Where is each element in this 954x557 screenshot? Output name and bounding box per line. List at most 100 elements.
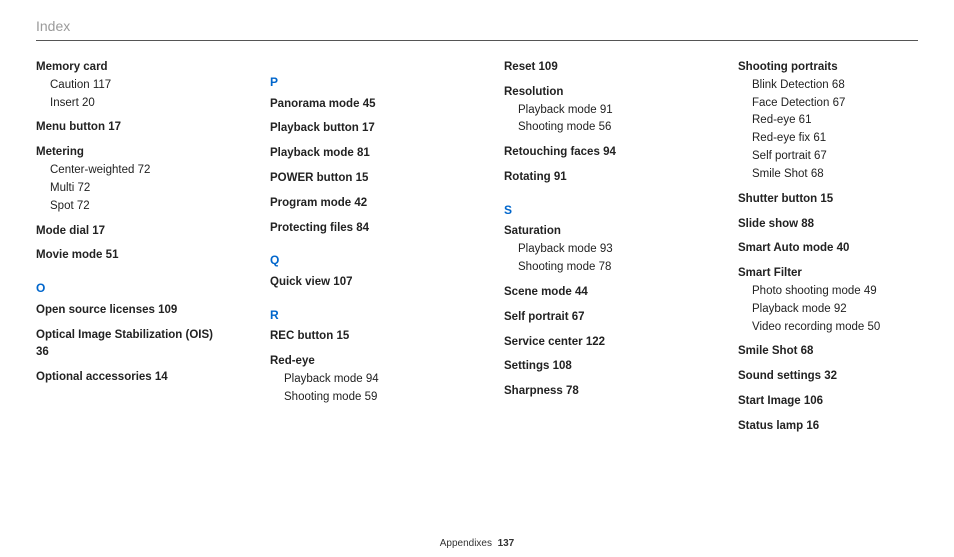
index-term: POWER button bbox=[270, 172, 352, 184]
index-column: Shooting portraitsBlink Detection 68Face… bbox=[738, 59, 928, 443]
index-page-number: 72 bbox=[138, 164, 151, 176]
index-page-number: 109 bbox=[539, 61, 558, 73]
index-subterm: Smile Shot bbox=[752, 168, 808, 180]
index-term: Playback mode bbox=[270, 147, 354, 159]
index-entry: Settings 108 bbox=[504, 358, 694, 376]
index-term: Start Image bbox=[738, 395, 801, 407]
index-page-number: 67 bbox=[833, 97, 846, 109]
index-term: Panorama mode bbox=[270, 98, 359, 110]
index-term: Self portrait bbox=[504, 311, 569, 323]
index-term: Sound settings bbox=[738, 370, 821, 382]
index-page-number: 108 bbox=[553, 360, 572, 372]
letter-heading: O bbox=[36, 279, 226, 298]
index-term: Shutter button bbox=[738, 193, 817, 205]
letter-heading: R bbox=[270, 306, 460, 325]
index-term: Retouching faces bbox=[504, 146, 600, 158]
index-page-number: 67 bbox=[814, 150, 827, 162]
index-subentry: Playback mode 94 bbox=[270, 371, 460, 389]
index-page-number: 84 bbox=[356, 222, 369, 234]
index-entry: Shutter button 15 bbox=[738, 191, 928, 209]
index-subterm: Playback mode bbox=[284, 373, 363, 385]
index-term: Resolution bbox=[504, 86, 563, 98]
index-subterm: Playback mode bbox=[752, 303, 831, 315]
index-term: Program mode bbox=[270, 197, 351, 209]
index-entry: Status lamp 16 bbox=[738, 418, 928, 436]
index-entry: Start Image 106 bbox=[738, 393, 928, 411]
index-page-number: 92 bbox=[834, 303, 847, 315]
index-page-number: 68 bbox=[832, 79, 845, 91]
index-page-number: 59 bbox=[365, 391, 378, 403]
index-entry: Smart Auto mode 40 bbox=[738, 240, 928, 258]
index-term: Optical Image Stabilization (OIS) bbox=[36, 329, 213, 341]
index-page-number: 94 bbox=[366, 373, 379, 385]
index-subentry: Shooting mode 78 bbox=[504, 259, 694, 277]
index-page-number: 61 bbox=[799, 114, 812, 126]
letter-heading: Q bbox=[270, 251, 460, 270]
index-term: Mode dial bbox=[36, 225, 89, 237]
index-term: Scene mode bbox=[504, 286, 572, 298]
index-subterm: Center-weighted bbox=[50, 164, 134, 176]
index-page-number: 78 bbox=[599, 261, 612, 273]
index-subterm: Shooting mode bbox=[518, 121, 595, 133]
index-subentry: Caution 117 bbox=[36, 77, 226, 95]
index-entry: Optional accessories 14 bbox=[36, 369, 226, 387]
index-subterm: Playback mode bbox=[518, 104, 597, 116]
index-page-number: 72 bbox=[77, 200, 90, 212]
index-subentry: Insert 20 bbox=[36, 95, 226, 113]
index-subentry: Shooting mode 59 bbox=[270, 389, 460, 407]
index-subterm: Caution bbox=[50, 79, 90, 91]
divider bbox=[36, 40, 918, 41]
index-term: Service center bbox=[504, 336, 583, 348]
index-page-number: 20 bbox=[82, 97, 95, 109]
index-page-number: 122 bbox=[586, 336, 605, 348]
index-entry: ResolutionPlayback mode 91Shooting mode … bbox=[504, 84, 694, 137]
index-page-number: 51 bbox=[106, 249, 119, 261]
index-page-number: 49 bbox=[864, 285, 877, 297]
index-subterm: Shooting mode bbox=[518, 261, 595, 273]
index-subentry: Smile Shot 68 bbox=[738, 166, 928, 184]
index-subterm: Spot bbox=[50, 200, 74, 212]
index-subentry: Spot 72 bbox=[36, 198, 226, 216]
index-page-number: 50 bbox=[868, 321, 881, 333]
index-term: REC button bbox=[270, 330, 333, 342]
index-page-number: 117 bbox=[93, 79, 111, 91]
index-page-number: 93 bbox=[600, 243, 613, 255]
index-page-number: 72 bbox=[77, 182, 90, 194]
index-entry: Reset 109 bbox=[504, 59, 694, 77]
index-entry: Smile Shot 68 bbox=[738, 343, 928, 361]
index-subentry: Multi 72 bbox=[36, 180, 226, 198]
index-term: Slide show bbox=[738, 218, 798, 230]
index-term: Open source licenses bbox=[36, 304, 155, 316]
index-entry: Shooting portraitsBlink Detection 68Face… bbox=[738, 59, 928, 184]
index-page-number: 17 bbox=[92, 225, 105, 237]
index-subentry: Playback mode 91 bbox=[504, 102, 694, 120]
index-subterm: Photo shooting mode bbox=[752, 285, 861, 297]
footer: Appendixes 137 bbox=[0, 538, 954, 549]
index-page: Index Memory cardCaution 117Insert 20Men… bbox=[0, 0, 954, 557]
index-subentry: Center-weighted 72 bbox=[36, 162, 226, 180]
letter-heading: S bbox=[504, 201, 694, 220]
index-column: Memory cardCaution 117Insert 20Menu butt… bbox=[36, 59, 226, 443]
footer-page: 137 bbox=[498, 538, 515, 549]
footer-section: Appendixes bbox=[440, 538, 492, 549]
index-term: Optional accessories bbox=[36, 371, 152, 383]
index-term: Status lamp bbox=[738, 420, 803, 432]
index-entry: Retouching faces 94 bbox=[504, 144, 694, 162]
index-column: Reset 109ResolutionPlayback mode 91Shoot… bbox=[504, 59, 694, 443]
index-page-number: 14 bbox=[155, 371, 168, 383]
index-entry: Sharpness 78 bbox=[504, 383, 694, 401]
index-term: Smart Auto mode bbox=[738, 242, 833, 254]
index-page-number: 44 bbox=[575, 286, 588, 298]
index-entry: Mode dial 17 bbox=[36, 223, 226, 241]
index-entry: POWER button 15 bbox=[270, 170, 460, 188]
index-column: PPanorama mode 45Playback button 17Playb… bbox=[270, 59, 460, 443]
index-subentry: Photo shooting mode 49 bbox=[738, 283, 928, 301]
index-columns: Memory cardCaution 117Insert 20Menu butt… bbox=[36, 59, 918, 443]
index-entry: Smart FilterPhoto shooting mode 49Playba… bbox=[738, 265, 928, 336]
index-subterm: Video recording mode bbox=[752, 321, 864, 333]
index-entry: MeteringCenter-weighted 72Multi 72Spot 7… bbox=[36, 144, 226, 215]
index-entry: Scene mode 44 bbox=[504, 284, 694, 302]
index-term: Reset bbox=[504, 61, 535, 73]
index-entry: Playback mode 81 bbox=[270, 145, 460, 163]
index-subentry: Face Detection 67 bbox=[738, 95, 928, 113]
